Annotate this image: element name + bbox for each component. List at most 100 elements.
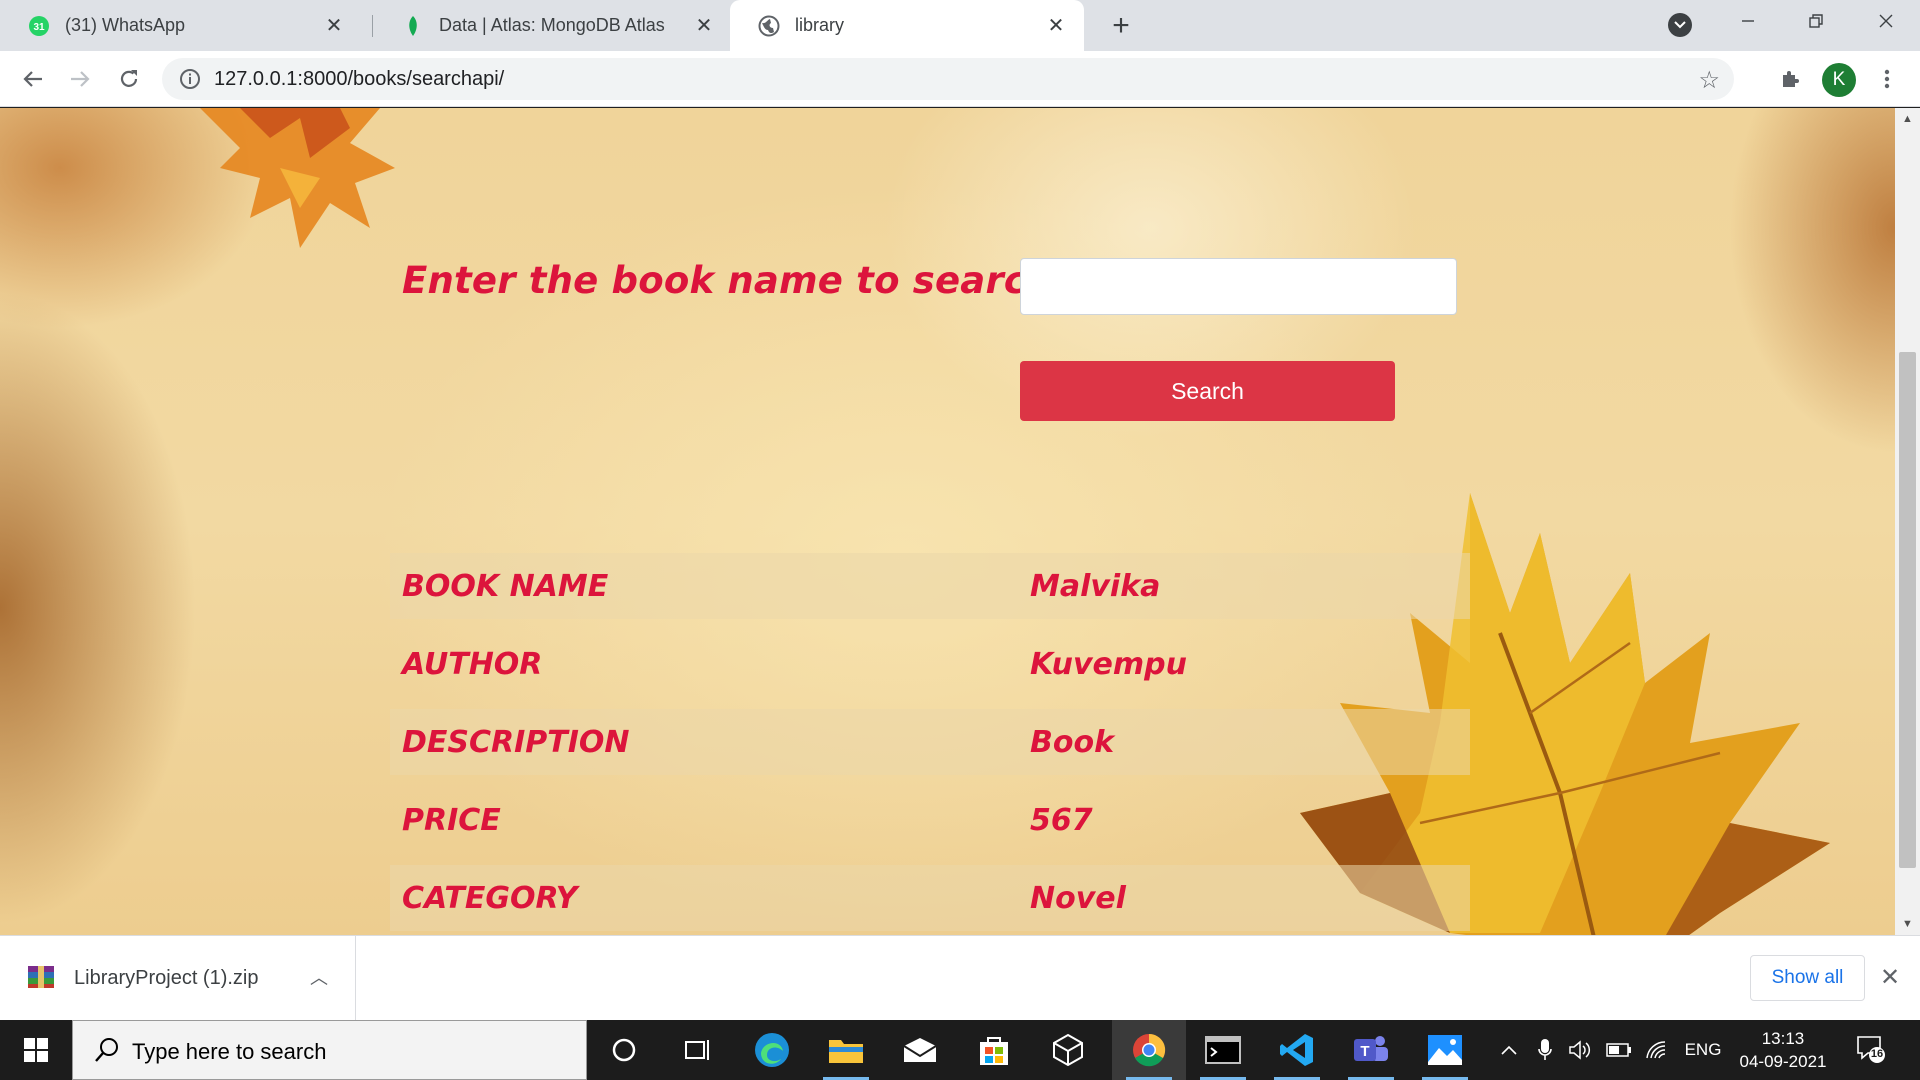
- taskbar-store[interactable]: [957, 1020, 1031, 1080]
- taskbar-edge[interactable]: [735, 1020, 809, 1080]
- table-row: CATEGORY Novel: [390, 865, 1470, 931]
- taskbar-photos[interactable]: [1408, 1020, 1482, 1080]
- taskbar-mail[interactable]: [883, 1020, 957, 1080]
- volume-icon[interactable]: [1564, 1020, 1596, 1080]
- start-button[interactable]: [0, 1020, 72, 1080]
- globe-icon: [758, 15, 780, 37]
- row-key: DESCRIPTION: [402, 724, 630, 760]
- notification-center-button[interactable]: 16: [1856, 1034, 1886, 1064]
- tab-mongodb[interactable]: Data | Atlas: MongoDB Atlas ✕: [374, 0, 732, 51]
- arrow-left-icon: [23, 71, 42, 87]
- row-key: AUTHOR: [402, 646, 543, 682]
- tab-search-button[interactable]: [1668, 13, 1692, 37]
- arrow-right-icon: [71, 71, 90, 87]
- chevron-up-icon[interactable]: ︿: [310, 964, 328, 990]
- book-result-table: BOOK NAME Malvika AUTHOR Kuvempu DESCRIP…: [390, 553, 1470, 931]
- row-key: BOOK NAME: [402, 568, 609, 604]
- info-icon[interactable]: [178, 67, 202, 91]
- store-bag-icon: [980, 1037, 1008, 1065]
- back-button[interactable]: [16, 62, 50, 96]
- page-scrollbar[interactable]: ▲ ▼: [1895, 108, 1920, 935]
- microphone-icon[interactable]: [1530, 1020, 1560, 1080]
- tab-whatsapp[interactable]: 31 (31) WhatsApp ✕: [0, 0, 362, 51]
- scroll-down-arrow-icon[interactable]: ▼: [1895, 913, 1920, 935]
- input-language-indicator[interactable]: ENG: [1680, 1020, 1726, 1080]
- restore-button[interactable]: [1796, 6, 1836, 36]
- taskbar-terminal[interactable]: [1186, 1020, 1260, 1080]
- taskbar-search-placeholder: Type here to search: [132, 1039, 327, 1064]
- close-tab-icon[interactable]: ✕: [692, 14, 716, 38]
- taskbar-file-explorer[interactable]: [809, 1020, 883, 1080]
- teams-icon: T: [1354, 1036, 1388, 1061]
- clock-date: 04-09-2021: [1739, 1052, 1827, 1071]
- minimize-icon: [1742, 20, 1754, 22]
- notification-count-badge: 16: [1870, 1048, 1884, 1060]
- taskbar-3d-app[interactable]: [1031, 1020, 1105, 1080]
- search-icon: [95, 1038, 118, 1062]
- book-name-search-input[interactable]: [1020, 258, 1457, 315]
- show-all-downloads-button[interactable]: Show all: [1750, 955, 1865, 1001]
- mongodb-leaf-icon: [402, 15, 424, 37]
- edge-browser-icon: [755, 1033, 789, 1067]
- tray-overflow-chevron-icon[interactable]: [1494, 1020, 1524, 1080]
- taskbar-vscode[interactable]: [1260, 1020, 1334, 1080]
- address-bar[interactable]: 127.0.0.1:8000/books/searchapi/ ☆: [162, 58, 1734, 100]
- whatsapp-badge: 31: [33, 22, 45, 33]
- table-row: AUTHOR Kuvempu: [390, 619, 1470, 709]
- browser-menu-button[interactable]: [1870, 62, 1904, 96]
- autumn-leaves-decoration: [200, 108, 395, 248]
- reload-icon: [120, 70, 138, 87]
- reload-button[interactable]: [112, 62, 146, 96]
- taskbar-clock[interactable]: 13:13 04-09-2021: [1738, 1027, 1828, 1073]
- profile-avatar[interactable]: K: [1822, 63, 1856, 97]
- row-key: PRICE: [402, 802, 501, 838]
- new-tab-button[interactable]: +: [1105, 9, 1137, 42]
- close-tab-icon[interactable]: ✕: [322, 14, 346, 38]
- chevron-down-icon: [1674, 21, 1686, 29]
- folder-icon: [829, 1040, 863, 1063]
- close-tab-icon[interactable]: ✕: [1044, 14, 1068, 38]
- table-row: DESCRIPTION Book: [390, 709, 1470, 775]
- battery-icon[interactable]: [1602, 1020, 1636, 1080]
- table-row: BOOK NAME Malvika: [390, 553, 1470, 619]
- download-item[interactable]: LibraryProject (1).zip ︿: [0, 936, 356, 1021]
- task-view-icon: [685, 1040, 709, 1060]
- extensions-button[interactable]: [1773, 62, 1807, 96]
- taskbar-chrome[interactable]: [1112, 1020, 1186, 1080]
- bookmark-star-icon[interactable]: ☆: [1698, 66, 1720, 95]
- cortana-button[interactable]: [587, 1020, 661, 1080]
- minimize-button[interactable]: [1728, 6, 1768, 36]
- page-viewport: Enter the book name to search Search BOO…: [0, 108, 1895, 935]
- search-prompt-label: Enter the book name to search: [402, 259, 1053, 302]
- task-view-button[interactable]: [661, 1020, 735, 1080]
- browser-toolbar: 127.0.0.1:8000/books/searchapi/ ☆ K: [0, 51, 1920, 107]
- scroll-up-arrow-icon[interactable]: ▲: [1895, 108, 1920, 130]
- close-shelf-icon[interactable]: ✕: [1880, 963, 1900, 992]
- row-value: 567: [1030, 802, 1093, 838]
- svg-text:T: T: [1360, 1043, 1369, 1060]
- close-window-button[interactable]: [1866, 6, 1906, 36]
- windows-logo-icon: [24, 1038, 48, 1062]
- search-button[interactable]: Search: [1020, 361, 1395, 421]
- tab-title: library: [795, 15, 845, 35]
- url-text[interactable]: 127.0.0.1:8000/books/searchapi/: [214, 68, 504, 91]
- cortana-circle-icon: [612, 1038, 636, 1062]
- tab-library[interactable]: library ✕: [730, 0, 1084, 51]
- row-value: Novel: [1030, 880, 1126, 916]
- download-shelf: LibraryProject (1).zip ︿ Show all ✕: [0, 935, 1920, 1021]
- taskbar-teams[interactable]: T: [1334, 1020, 1408, 1080]
- forward-button[interactable]: [63, 62, 97, 96]
- tab-separator: [372, 15, 373, 37]
- cube-icon: [1053, 1033, 1083, 1067]
- vscode-icon: [1280, 1034, 1313, 1066]
- photos-icon: [1428, 1035, 1462, 1065]
- table-row: PRICE 567: [390, 775, 1470, 865]
- winrar-archive-icon: [28, 966, 54, 988]
- windows-taskbar: Type here to search T ENG 13:13 04-09-20…: [0, 1020, 1920, 1080]
- wifi-icon[interactable]: [1640, 1020, 1674, 1080]
- scrollbar-thumb[interactable]: [1899, 352, 1916, 868]
- taskbar-search-box[interactable]: Type here to search: [72, 1020, 587, 1080]
- row-value: Malvika: [1030, 568, 1161, 604]
- tab-title: (31) WhatsApp: [65, 15, 186, 35]
- restore-icon: [1809, 14, 1823, 28]
